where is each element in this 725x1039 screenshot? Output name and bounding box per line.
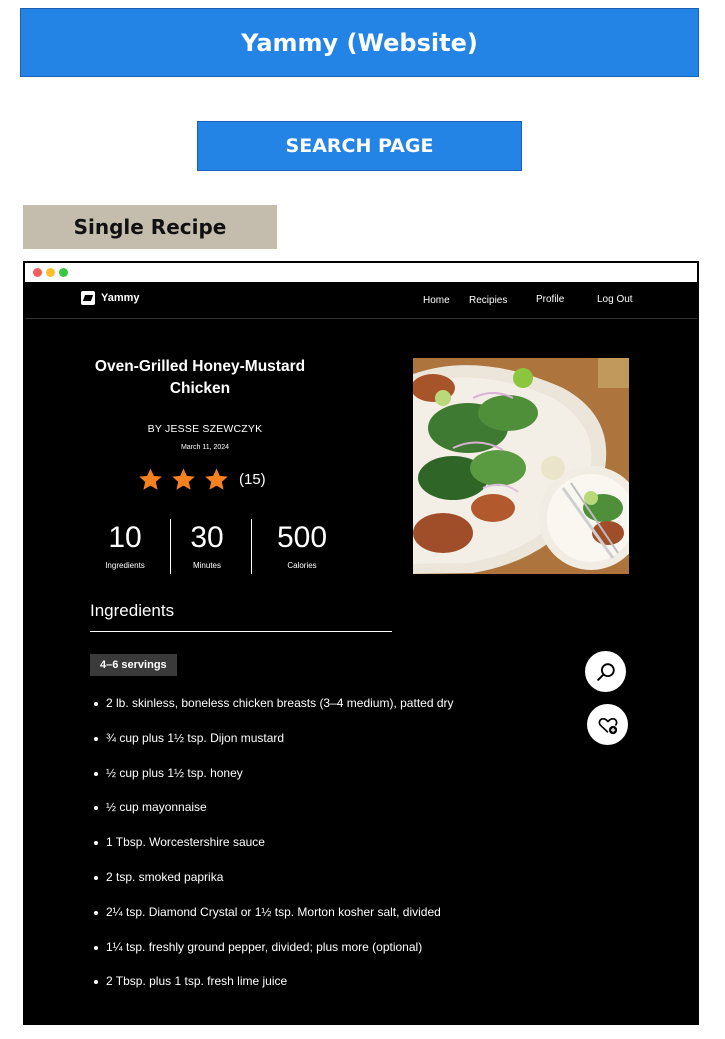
list-item: 2 tsp. smoked paprika	[92, 870, 454, 905]
search-button[interactable]	[585, 651, 626, 692]
nav-link-home[interactable]: Home	[423, 295, 450, 306]
maximize-window-dot[interactable]	[59, 268, 68, 277]
add-favorite-button[interactable]	[587, 704, 628, 745]
stat-divider	[251, 519, 252, 574]
ingredients-heading: Ingredients	[90, 601, 175, 620]
browser-window: Yammy Home Recipies Profile Log Out Oven…	[23, 261, 699, 1025]
ingredient-text: 1 Tbsp. Worcestershire sauce	[106, 835, 265, 850]
list-item: 1 Tbsp. Worcestershire sauce	[92, 835, 454, 870]
stat-divider	[170, 519, 171, 574]
ingredient-text: ¾ cup plus 1½ tsp. Dijon mustard	[106, 730, 285, 745]
star-icon	[205, 468, 228, 490]
site-logo[interactable]: Yammy	[81, 291, 140, 305]
food-photo-illustration	[413, 358, 629, 574]
ingredient-text: ½ cup plus 1½ tsp. honey	[106, 765, 243, 780]
recipe-author[interactable]: BY JESSE SZEWCZYK	[120, 423, 290, 435]
nav-link-logout[interactable]: Log Out	[597, 294, 633, 305]
single-recipe-tag: Single Recipe	[23, 205, 277, 249]
list-item: ½ cup mayonnaise	[92, 800, 454, 835]
ingredient-text: ½ cup mayonnaise	[106, 800, 207, 815]
stat-calories: 500 Calories	[267, 521, 337, 570]
star-icon	[139, 468, 162, 490]
list-item: 2 lb. skinless, boneless chicken breasts…	[92, 696, 454, 731]
rating-count: (15)	[239, 471, 266, 488]
site-navbar: Yammy Home Recipies Profile Log Out	[25, 283, 697, 319]
search-icon	[596, 662, 615, 681]
ingredient-text: 1¼ tsp. freshly ground pepper, divided; …	[106, 939, 423, 954]
search-page-tag: SEARCH PAGE	[197, 121, 522, 171]
ingredient-list: 2 lb. skinless, boneless chicken breasts…	[92, 696, 454, 1009]
list-item: 2¼ tsp. Diamond Crystal or 1½ tsp. Morto…	[92, 905, 454, 940]
logo-text: Yammy	[101, 292, 140, 304]
ingredient-text: 2 tsp. smoked paprika	[106, 869, 224, 884]
stat-minutes: 30 Minutes	[177, 521, 237, 570]
stat-ingredients: 10 Ingredients	[95, 521, 155, 570]
ingredient-text: 2 lb. skinless, boneless chicken breasts…	[106, 696, 454, 710]
list-item: 1¼ tsp. freshly ground pepper, divided; …	[92, 940, 454, 975]
stat-label: Calories	[287, 561, 317, 570]
list-item: ½ cup plus 1½ tsp. honey	[92, 766, 454, 801]
list-item: ¾ cup plus 1½ tsp. Dijon mustard	[92, 731, 454, 766]
recipe-photo	[413, 358, 629, 574]
recipe-date: March 11, 2024	[180, 444, 230, 451]
ingredients-rule	[90, 631, 392, 632]
stat-label: Ingredients	[105, 561, 145, 570]
heart-plus-icon	[598, 717, 617, 734]
ingredient-text: 2 Tbsp. plus 1 tsp. fresh lime juice	[106, 974, 288, 989]
stat-value: 10	[108, 521, 142, 554]
browser-title-bar	[25, 263, 697, 282]
stat-value: 500	[276, 521, 328, 554]
logo-icon	[81, 291, 95, 305]
recipe-title: Oven-Grilled Honey-Mustard Chicken	[94, 358, 306, 397]
nav-link-profile[interactable]: Profile	[536, 294, 564, 305]
close-window-dot[interactable]	[33, 268, 42, 277]
servings-badge[interactable]: 4–6 servings	[90, 654, 177, 676]
stat-label: Minutes	[192, 561, 221, 570]
nav-link-recipes[interactable]: Recipies	[469, 295, 507, 306]
ingredient-text: 2¼ tsp. Diamond Crystal or 1½ tsp. Morto…	[106, 904, 441, 919]
stat-value: 30	[190, 521, 224, 554]
top-banner: Yammy (Website)	[20, 8, 699, 77]
rating-stars[interactable]: (15)	[138, 467, 266, 492]
list-item: 2 Tbsp. plus 1 tsp. fresh lime juice	[92, 974, 454, 1009]
star-icon	[172, 468, 195, 490]
minimize-window-dot[interactable]	[46, 268, 55, 277]
